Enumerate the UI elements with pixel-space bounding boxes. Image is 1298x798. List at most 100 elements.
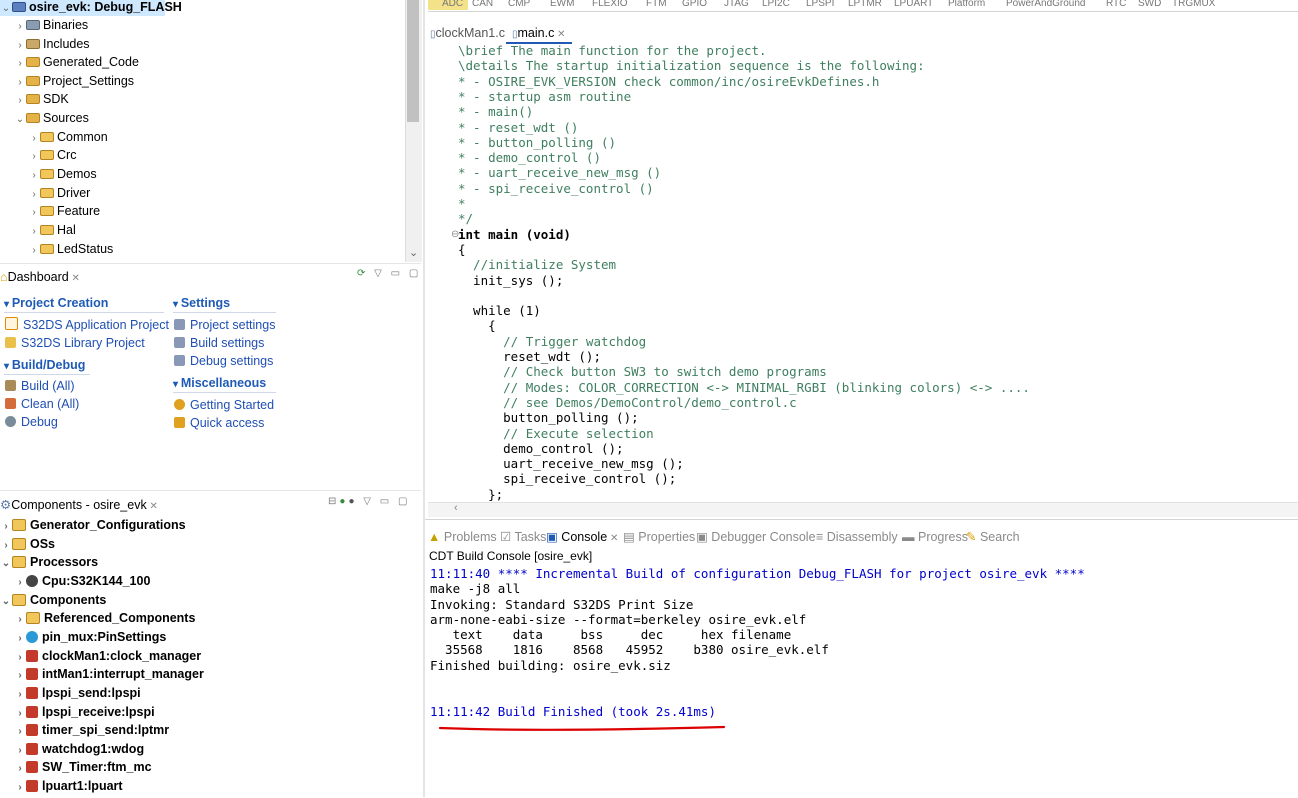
chevron-right-icon[interactable]: › xyxy=(14,92,26,110)
tree-item-driver[interactable]: › Driver xyxy=(28,184,90,202)
code-line[interactable]: * - OSIRE_EVK_VERSION check common/inc/o… xyxy=(458,74,879,89)
link-build-settings[interactable]: Build settings xyxy=(174,334,264,352)
code-line[interactable]: // see Demos/DemoControl/demo_control.c xyxy=(458,395,797,410)
refresh-icon[interactable]: ⟳ xyxy=(357,268,368,279)
console-line[interactable]: arm-none-eabi-size --format=berkeley osi… xyxy=(430,612,806,627)
console-line[interactable]: make -j8 all xyxy=(430,581,520,596)
tab-lptmr[interactable]: LPTMR xyxy=(848,0,882,10)
chevron-right-icon[interactable]: › xyxy=(14,760,26,779)
comp-cpu[interactable]: › Cpu:S32K144_100 xyxy=(14,572,150,591)
tab-swd[interactable]: SWD xyxy=(1138,0,1161,10)
tree-item-ledstatus[interactable]: › LedStatus xyxy=(28,240,113,258)
tab-can[interactable]: CAN xyxy=(472,0,493,10)
chevron-down-icon[interactable]: ⌄ xyxy=(0,0,12,18)
code-line[interactable]: // Check button SW3 to switch demo progr… xyxy=(458,364,827,379)
code-line[interactable]: spi_receive_control (); xyxy=(458,471,676,486)
code-line[interactable]: * - reset_wdt () xyxy=(458,120,578,135)
console-line[interactable]: Invoking: Standard S32DS Print Size xyxy=(430,597,693,612)
code-line[interactable]: { xyxy=(458,318,496,333)
code-line[interactable]: \details The startup initialization sequ… xyxy=(458,58,925,73)
comp-watchdog1[interactable]: › watchdog1:wdog xyxy=(14,740,144,759)
tree-item-binaries[interactable]: › Binaries xyxy=(14,16,88,34)
section-build-debug[interactable]: Build/Debug xyxy=(4,356,90,375)
tab-rtc[interactable]: RTC xyxy=(1106,0,1126,10)
code-line[interactable]: reset_wdt (); xyxy=(458,349,601,364)
tree-root[interactable]: ⌄ osire_evk: Debug_FLASH xyxy=(0,0,182,18)
link-getting-started[interactable]: Getting Started xyxy=(174,396,274,414)
close-icon[interactable]: ✕ xyxy=(554,29,565,40)
comp-referenced-components[interactable]: › Referenced_Components xyxy=(14,609,195,628)
close-icon[interactable]: ✕ xyxy=(607,533,618,544)
comp-components[interactable]: ⌄ Components xyxy=(0,591,107,610)
tab-ftm[interactable]: FTM xyxy=(646,0,667,10)
close-icon[interactable]: ✕ xyxy=(147,501,157,512)
console-line[interactable]: 35568 1816 8568 45952 b380 osire_evk.elf xyxy=(430,642,829,657)
code-line[interactable]: * - button_polling () xyxy=(458,135,616,150)
tree-item-includes[interactable]: › Includes xyxy=(14,35,89,53)
comp-timer-spi-send[interactable]: › timer_spi_send:lptmr xyxy=(14,721,169,740)
link-quick-access[interactable]: Quick access xyxy=(174,414,264,432)
link-build-all[interactable]: Build (All) xyxy=(5,377,75,395)
tab-lpspi[interactable]: LPSPI xyxy=(806,0,834,10)
tab-disassembly[interactable]: ≡ Disassembly xyxy=(816,527,898,547)
tab-tasks[interactable]: ☑ Tasks xyxy=(500,527,546,547)
code-line[interactable]: * - spi_receive_control () xyxy=(458,181,654,196)
comp-oss[interactable]: › OSs xyxy=(0,535,55,554)
console-line-build-finished[interactable]: 11:11:42 Build Finished (took 2s.41ms) xyxy=(430,704,716,719)
console-line[interactable]: Finished building: osire_evk.siz xyxy=(430,658,671,673)
link-debug[interactable]: Debug xyxy=(5,413,58,431)
code-line[interactable]: */ xyxy=(458,211,473,226)
chevron-right-icon[interactable]: › xyxy=(14,686,26,705)
code-line[interactable]: { xyxy=(458,242,466,257)
code-line[interactable]: * - demo_control () xyxy=(458,150,601,165)
tab-lpuart[interactable]: LPUART xyxy=(894,0,933,10)
tree-item-project-settings[interactable]: › Project_Settings xyxy=(14,72,134,90)
tab-main-c[interactable]: ▯main.c ✕ xyxy=(506,24,572,44)
code-line[interactable]: demo_control (); xyxy=(458,441,623,456)
comp-intman1[interactable]: › intMan1:interrupt_manager xyxy=(14,665,204,684)
tab-properties[interactable]: ▤ Properties xyxy=(623,527,695,547)
chevron-right-icon[interactable]: › xyxy=(28,167,40,185)
tab-jtag[interactable]: JTAG xyxy=(724,0,749,10)
chevron-right-icon[interactable]: › xyxy=(14,18,26,36)
chevron-right-icon[interactable]: › xyxy=(14,611,26,630)
tree-item-demos[interactable]: › Demos xyxy=(28,165,96,185)
link-debug-settings[interactable]: Debug settings xyxy=(174,352,273,370)
chevron-down-icon[interactable]: ⌄ xyxy=(0,555,12,574)
console-line[interactable]: 11:11:40 **** Incremental Build of confi… xyxy=(430,566,1085,581)
tab-search[interactable]: ✎ Search xyxy=(966,527,1020,547)
chevron-right-icon[interactable]: › xyxy=(14,723,26,742)
tree-item-crc[interactable]: › Crc xyxy=(28,146,76,164)
link-project-settings[interactable]: Project settings xyxy=(174,316,275,334)
tree-item-feature[interactable]: › Feature xyxy=(28,202,100,220)
comp-processors[interactable]: ⌄ Processors xyxy=(0,553,98,572)
section-settings[interactable]: Settings xyxy=(173,294,276,313)
code-line[interactable]: \brief The main function for the project… xyxy=(458,43,767,58)
tab-powerandground[interactable]: PowerAndGround xyxy=(1006,0,1086,10)
chevron-right-icon[interactable]: › xyxy=(14,667,26,686)
chevron-right-icon[interactable]: › xyxy=(0,518,12,537)
tab-ewm[interactable]: EWM xyxy=(550,0,574,10)
chevron-right-icon[interactable]: › xyxy=(28,223,40,241)
code-line[interactable]: // Execute selection xyxy=(458,426,654,441)
comp-sw-timer[interactable]: › SW_Timer:ftm_mc xyxy=(14,758,151,779)
tab-lpi2c[interactable]: LPI2C xyxy=(762,0,790,10)
view-menu-buttons[interactable]: ⟳ ▽ ▭ ▢ xyxy=(357,268,421,279)
tab-trgmux[interactable]: TRGMUX xyxy=(1172,0,1215,10)
link-clean-all[interactable]: Clean (All) xyxy=(5,395,79,413)
comp-lpspi-send[interactable]: › lpspi_send:lpspi xyxy=(14,684,140,705)
sash[interactable] xyxy=(423,0,425,797)
chevron-right-icon[interactable]: › xyxy=(28,148,40,166)
comp-clockman1[interactable]: › clockMan1:clock_manager xyxy=(14,647,201,666)
code-line[interactable]: * xyxy=(458,196,466,211)
tab-gpio[interactable]: GPIO xyxy=(682,0,707,10)
tree-item-common[interactable]: › Common xyxy=(28,128,107,146)
collapse-all-icon[interactable]: ⊟ xyxy=(328,496,339,507)
link-lib-project[interactable]: S32DS Library Project xyxy=(5,334,145,352)
code-line[interactable]: uart_receive_new_msg (); xyxy=(458,456,684,471)
tree-item-generated-code[interactable]: › Generated_Code xyxy=(14,53,139,71)
tree-item-sdk[interactable]: › SDK xyxy=(14,90,68,110)
chevron-right-icon[interactable]: › xyxy=(14,574,26,593)
tree-item-hal[interactable]: › Hal xyxy=(28,221,75,241)
code-line[interactable]: }; xyxy=(458,487,503,502)
